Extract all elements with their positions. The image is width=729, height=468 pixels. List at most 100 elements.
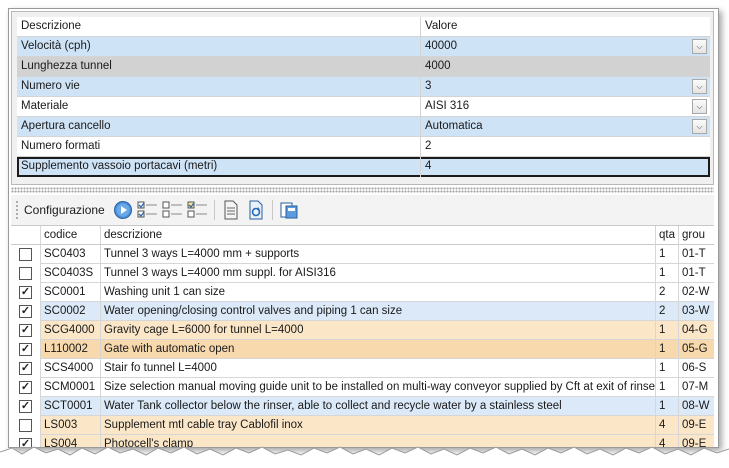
cell-description: Gravity cage L=6000 for tunnel L=4000 bbox=[101, 321, 656, 340]
export-button[interactable] bbox=[278, 199, 300, 221]
table-row[interactable]: ✓ SCM0001 Size selection manual moving g… bbox=[11, 378, 714, 397]
property-value-select[interactable]: Automatica ⌵ bbox=[421, 117, 710, 137]
property-value: 40000 bbox=[425, 40, 457, 52]
property-name: Supplemento vassoio portacavi (metri) bbox=[17, 157, 421, 177]
cell-group: 09-E bbox=[682, 419, 707, 431]
chevron-down-icon[interactable]: ⌵ bbox=[692, 39, 707, 54]
play-button[interactable] bbox=[112, 199, 134, 221]
refresh-document-button[interactable] bbox=[245, 199, 267, 221]
property-value-select[interactable]: 40000 ⌵ bbox=[421, 37, 710, 57]
table-row[interactable]: ✓ SC0001 Washing unit 1 can size 2 02-W bbox=[11, 283, 714, 302]
row-checkbox[interactable]: ✓ bbox=[19, 381, 32, 394]
cell-description: Tunnel 3 ways L=4000 mm suppl. for AISI3… bbox=[101, 264, 656, 283]
cell-qty: 1 bbox=[656, 359, 679, 378]
row-checkbox[interactable]: ✓ bbox=[19, 324, 32, 337]
cell-qty: 4 bbox=[656, 416, 679, 435]
row-checkbox[interactable]: ✓ bbox=[19, 400, 32, 413]
toolbar-title: Configurazione bbox=[24, 203, 105, 217]
row-checkbox[interactable] bbox=[19, 248, 32, 261]
cell-description: Size selection manual moving guide unit … bbox=[101, 378, 656, 397]
cell-qty: 1 bbox=[656, 264, 679, 283]
uncheck-all-icon bbox=[162, 201, 182, 218]
check-all-icon bbox=[137, 201, 157, 218]
splitter-handle[interactable] bbox=[11, 187, 714, 193]
toolbar-grip[interactable] bbox=[15, 200, 19, 220]
cell-qty: 1 bbox=[656, 340, 679, 359]
cell-code: SC0403 bbox=[41, 245, 101, 264]
property-value-select[interactable]: 3 ⌵ bbox=[421, 77, 710, 97]
uncheck-all-button[interactable] bbox=[162, 199, 184, 221]
table-row[interactable]: SC0403 Tunnel 3 ways L=4000 mm + support… bbox=[11, 245, 714, 264]
row-checkbox[interactable]: ✓ bbox=[19, 305, 32, 318]
check-selected-button[interactable] bbox=[187, 199, 209, 221]
cell-code: SC0002 bbox=[41, 302, 101, 321]
document-button[interactable] bbox=[220, 199, 242, 221]
cell-group: 01-T bbox=[682, 248, 706, 260]
table-row[interactable]: SC0403S Tunnel 3 ways L=4000 mm suppl. f… bbox=[11, 264, 714, 283]
property-row-material[interactable]: Materiale AISI 316 ⌵ bbox=[17, 97, 710, 117]
cell-code: SCS4000 bbox=[41, 359, 101, 378]
column-header-qty[interactable]: qta bbox=[656, 226, 679, 245]
row-checkbox[interactable] bbox=[19, 267, 32, 280]
cell-group: 05-G bbox=[682, 343, 708, 355]
column-header-code[interactable]: codice bbox=[41, 226, 101, 245]
property-value[interactable]: 4000 bbox=[421, 57, 710, 77]
table-row[interactable]: LS003 Supplement mtl cable tray Cablofil… bbox=[11, 416, 714, 435]
configurator-window: Descrizione Valore Velocità (cph) 40000 ⌵… bbox=[8, 8, 719, 448]
property-row-ways[interactable]: Numero vie 3 ⌵ bbox=[17, 77, 710, 97]
property-row-cable-tray[interactable]: Supplemento vassoio portacavi (metri) 4 bbox=[17, 157, 710, 177]
header-description: Descrizione bbox=[17, 17, 421, 37]
document-icon bbox=[224, 200, 238, 220]
property-name: Materiale bbox=[17, 97, 421, 117]
torn-edge-decoration bbox=[0, 446, 729, 468]
cell-description: Supplement mtl cable tray Cablofil inox bbox=[101, 416, 656, 435]
toolbar: Configurazione bbox=[11, 195, 714, 225]
row-checkbox[interactable]: ✓ bbox=[19, 286, 32, 299]
cell-description: Stair fo tunnel L=4000 bbox=[101, 359, 656, 378]
property-value-select[interactable]: AISI 316 ⌵ bbox=[421, 97, 710, 117]
export-icon bbox=[280, 202, 298, 219]
cell-description: Gate with automatic open bbox=[101, 340, 656, 359]
play-icon bbox=[113, 201, 132, 219]
cell-group: 08-W bbox=[682, 400, 710, 412]
check-all-button[interactable] bbox=[137, 199, 159, 221]
row-checkbox[interactable]: ✓ bbox=[19, 343, 32, 356]
cell-group: 06-S bbox=[682, 362, 707, 374]
cell-qty: 1 bbox=[656, 321, 679, 340]
cell-code: SCM0001 bbox=[41, 378, 101, 397]
property-value[interactable]: 2 bbox=[421, 137, 710, 157]
column-header-check[interactable] bbox=[11, 226, 41, 245]
cell-code: SCG4000 bbox=[41, 321, 101, 340]
cell-qty: 1 bbox=[656, 378, 679, 397]
cell-description: Water Tank collector below the rinser, a… bbox=[101, 397, 656, 416]
cell-group: 03-W bbox=[682, 305, 710, 317]
property-value[interactable]: 4 bbox=[421, 157, 710, 177]
cell-group: 07-M bbox=[682, 381, 709, 393]
chevron-down-icon[interactable]: ⌵ bbox=[692, 119, 707, 134]
table-row[interactable]: ✓ SCS4000 Stair fo tunnel L=4000 1 06-S bbox=[11, 359, 714, 378]
column-header-description[interactable]: descrizione bbox=[101, 226, 656, 245]
property-row-formats[interactable]: Numero formati 2 bbox=[17, 137, 710, 157]
chevron-down-icon[interactable]: ⌵ bbox=[692, 99, 707, 114]
cell-qty: 1 bbox=[656, 245, 679, 264]
check-selected-icon bbox=[187, 201, 207, 218]
cell-code: SCT0001 bbox=[41, 397, 101, 416]
property-grid: Descrizione Valore Velocità (cph) 40000 ⌵… bbox=[11, 11, 714, 185]
toolbar-separator bbox=[213, 200, 215, 220]
column-header-group[interactable]: grou bbox=[679, 226, 714, 245]
table-row[interactable]: ✓ SCG4000 Gravity cage L=6000 for tunnel… bbox=[11, 321, 714, 340]
table-row[interactable]: ✓ SCT0001 Water Tank collector below the… bbox=[11, 397, 714, 416]
property-row-gate-opening[interactable]: Apertura cancello Automatica ⌵ bbox=[17, 117, 710, 137]
row-checkbox[interactable] bbox=[19, 419, 32, 432]
chevron-down-icon[interactable]: ⌵ bbox=[692, 79, 707, 94]
cell-code: SC0403S bbox=[41, 264, 101, 283]
cell-group: 04-G bbox=[682, 324, 708, 336]
property-row-speed[interactable]: Velocità (cph) 40000 ⌵ bbox=[17, 37, 710, 57]
row-checkbox[interactable]: ✓ bbox=[19, 362, 32, 375]
table-row[interactable]: ✓ L110002 Gate with automatic open 1 05-… bbox=[11, 340, 714, 359]
cell-description: Tunnel 3 ways L=4000 mm + supports bbox=[101, 245, 656, 264]
table-row[interactable]: ✓ SC0002 Water opening/closing control v… bbox=[11, 302, 714, 321]
property-name: Numero formati bbox=[17, 137, 421, 157]
property-row-tunnel-length[interactable]: Lunghezza tunnel 4000 bbox=[17, 57, 710, 77]
property-value: 3 bbox=[425, 80, 432, 92]
